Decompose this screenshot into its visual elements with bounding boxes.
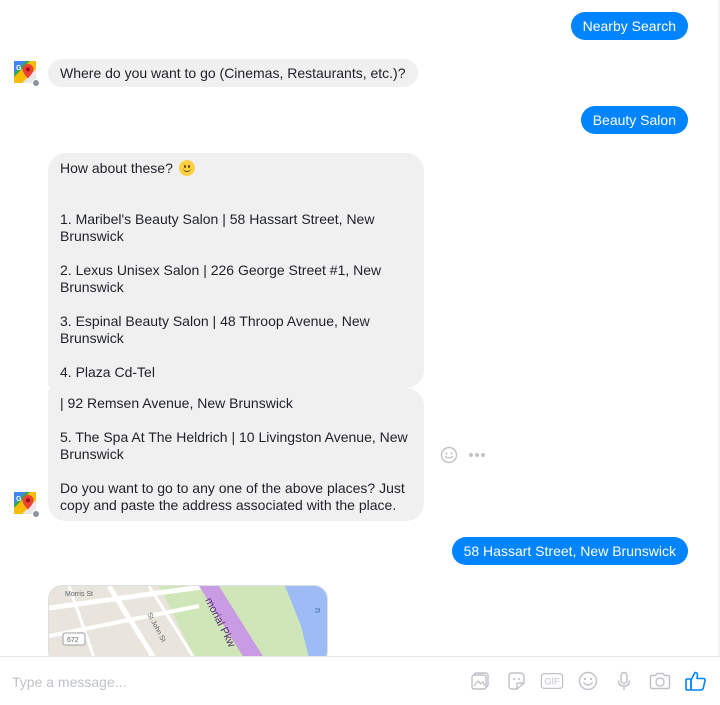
microphone-icon[interactable]	[612, 669, 636, 693]
chat-thread: Nearby Search G Where do you want to go …	[0, 0, 720, 656]
message-intro: How about these?	[60, 160, 412, 177]
svg-text:G: G	[16, 65, 22, 72]
incoming-message[interactable]: Where do you want to go (Cinemas, Restau…	[48, 59, 418, 87]
place-item: 5. The Spa At The Heldrich | 10 Livingst…	[60, 429, 408, 462]
map-image: Morris St St John St 672 morial Pkw n	[49, 586, 327, 656]
message-composer: GIF	[0, 656, 720, 705]
map-label: n	[313, 608, 323, 613]
thumbs-up-icon[interactable]	[684, 669, 708, 693]
smiley-icon[interactable]	[440, 446, 458, 464]
slightly-smiling-face-icon	[178, 160, 195, 176]
svg-text:G: G	[16, 496, 22, 503]
composer-tools: GIF	[468, 669, 708, 693]
svg-text:GIF: GIF	[544, 677, 560, 687]
gif-icon[interactable]: GIF	[540, 669, 564, 693]
place-item: 2. Lexus Unisex Salon | 226 George Stree…	[60, 262, 382, 295]
place-item: 3. Espinal Beauty Salon | 48 Throop Aven…	[60, 313, 370, 346]
map-attachment[interactable]: Morris St St John St 672 morial Pkw n	[48, 585, 328, 656]
place-item: 1. Maribel's Beauty Salon | 58 Hassart S…	[60, 211, 375, 244]
map-label: 672	[67, 637, 79, 644]
message-input[interactable]	[12, 671, 432, 693]
google-maps-icon[interactable]: G	[12, 490, 40, 518]
emoji-icon[interactable]	[576, 669, 600, 693]
message-actions	[440, 446, 486, 464]
image-icon[interactable]	[468, 669, 492, 693]
outgoing-message[interactable]: Beauty Salon	[580, 106, 688, 134]
incoming-message[interactable]: | 92 Remsen Avenue, New Brunswick 5. The…	[48, 388, 424, 521]
incoming-message[interactable]: How about these? 1. Maribel's Beauty Sal…	[48, 153, 424, 388]
message-question: Do you want to go to any one of the abov…	[60, 480, 405, 513]
place-item-continued: | 92 Remsen Avenue, New Brunswick	[60, 395, 293, 411]
outgoing-message[interactable]: 58 Hassart Street, New Brunswick	[451, 537, 688, 565]
more-dots-icon[interactable]	[468, 452, 486, 458]
place-item: 4. Plaza Cd-Tel	[60, 364, 155, 380]
outgoing-message[interactable]: Nearby Search	[570, 12, 688, 40]
sticker-icon[interactable]	[504, 669, 528, 693]
google-maps-icon[interactable]: G	[12, 59, 40, 87]
map-label: Morris St	[65, 591, 93, 598]
camera-icon[interactable]	[648, 669, 672, 693]
